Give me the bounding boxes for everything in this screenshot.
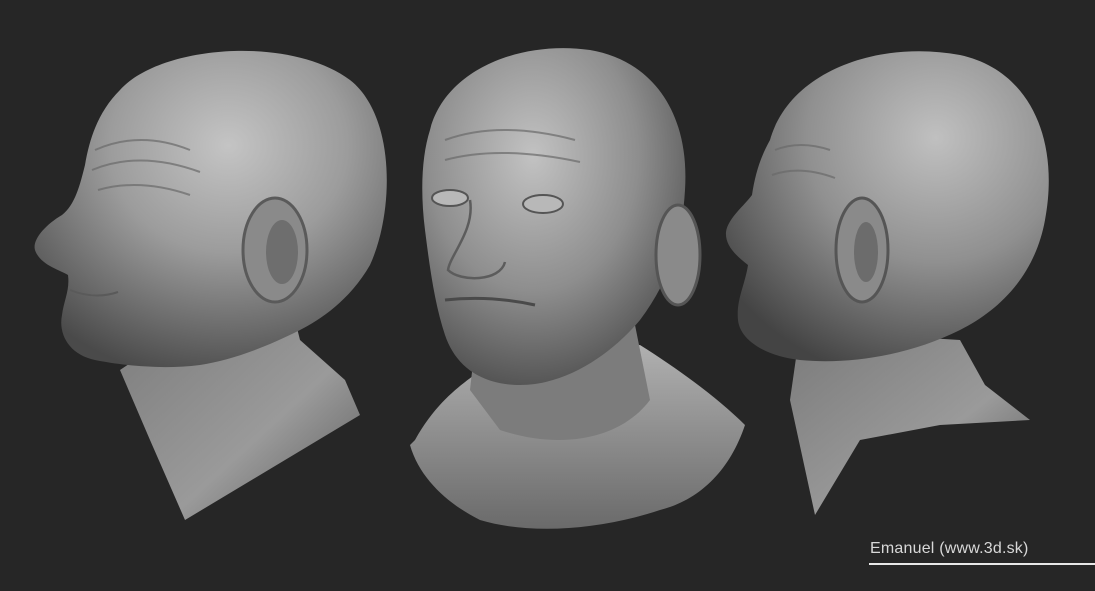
credit-text: Emanuel (www.3d.sk) (870, 540, 1029, 557)
head-three-quarter-front (410, 48, 745, 529)
sculpt-renders (34, 48, 1049, 529)
render-stage: Emanuel (www.3d.sk) (0, 0, 1095, 591)
head-left-profile (34, 50, 387, 520)
credit-underline (869, 563, 1095, 565)
head-right-back (725, 51, 1049, 515)
